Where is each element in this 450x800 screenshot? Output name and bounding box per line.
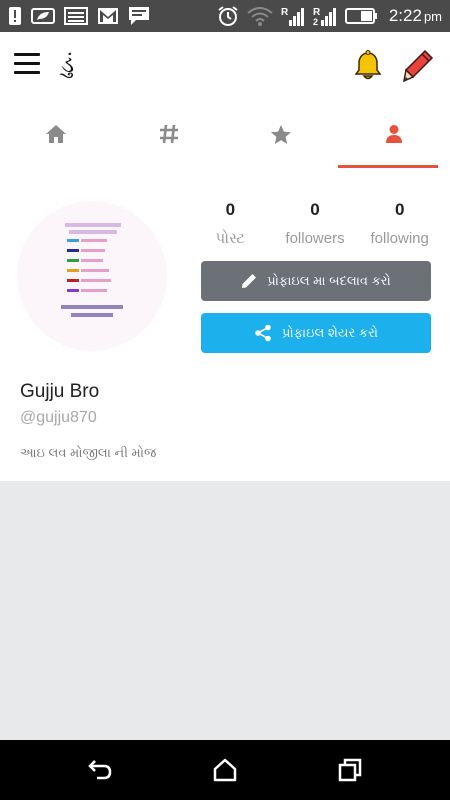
stat-following[interactable]: 0 following (357, 200, 442, 247)
tab-hashtag[interactable] (113, 100, 226, 168)
recents-button[interactable] (337, 757, 363, 783)
svg-text:R: R (281, 7, 289, 18)
app-bar: ડું (0, 32, 450, 100)
bell-icon (354, 50, 382, 80)
stat-label: પોસ્ટ (215, 230, 246, 247)
profile-name: Gujju Bro (20, 381, 100, 402)
gmail-icon (97, 7, 119, 25)
stat-label: following (370, 230, 429, 247)
profile-stats: 0 પોસ્ટ 0 followers 0 following (188, 200, 442, 247)
signal-2-icon: R2 (313, 5, 337, 27)
compose-button[interactable] (401, 48, 435, 84)
stat-count: 0 (394, 200, 405, 219)
profile-section: 0 પોસ્ટ 0 followers 0 following પ્રોફાઇલ… (0, 168, 450, 481)
pencil-icon (242, 274, 257, 288)
stat-count: 0 (225, 200, 236, 219)
leaf-icon (31, 7, 55, 25)
hashtag-icon (159, 124, 178, 144)
wifi-icon (247, 5, 273, 27)
stat-posts[interactable]: 0 પોસ્ટ (188, 200, 273, 247)
menu-icon (14, 53, 40, 56)
share-profile-label: પ્રોફાઇલ શેયર કરો (281, 325, 379, 340)
star-icon (271, 124, 292, 144)
menu-button[interactable] (14, 53, 40, 75)
home-button[interactable] (212, 757, 238, 783)
status-bar: R R2 2:22 pm (0, 0, 450, 32)
signal-r-icon: R (281, 5, 305, 27)
menu-icon-line (14, 71, 40, 74)
profile-handle: @gujju870 (20, 409, 97, 426)
edit-profile-button[interactable]: પ્રોફાઇલ મા બદલાવ કરો (201, 261, 431, 301)
home-icon (46, 125, 67, 143)
tab-bar (0, 100, 450, 168)
back-button[interactable] (87, 757, 113, 783)
tab-profile[interactable] (337, 100, 450, 168)
tab-favorites[interactable] (225, 100, 338, 168)
edit-profile-label: પ્રોફાઇલ મા બદલાવ કરો (267, 273, 391, 288)
stat-followers[interactable]: 0 followers (273, 200, 358, 247)
share-icon (255, 324, 271, 342)
notification-icons (8, 6, 150, 26)
profile-bio: આઇ લવ મોજીલા ની મોજ (20, 445, 157, 460)
navigation-bar (0, 740, 450, 800)
avatar[interactable] (17, 201, 167, 351)
warning-icon (8, 6, 22, 26)
stat-label: followers (285, 230, 345, 247)
svg-text:2: 2 (313, 17, 318, 27)
home-icon (213, 758, 237, 782)
clock: 2:22 pm (388, 6, 442, 25)
person-icon (385, 125, 402, 143)
share-profile-button[interactable]: પ્રોફાઇલ શેયર કરો (201, 313, 431, 353)
image-icon (64, 7, 88, 25)
stat-count: 0 (310, 200, 320, 219)
notifications-button[interactable] (353, 50, 383, 82)
system-icons: R R2 2:22 pm (217, 5, 442, 27)
back-icon (88, 760, 112, 780)
message-icon (128, 6, 150, 26)
recents-icon (338, 758, 362, 782)
app-logo: ડું (61, 50, 75, 78)
avatar-image (61, 223, 123, 317)
menu-icon-line (14, 62, 40, 65)
battery-icon (344, 8, 377, 24)
pencil-icon (403, 49, 434, 83)
alarm-icon (217, 5, 239, 27)
tab-home[interactable] (0, 100, 113, 168)
